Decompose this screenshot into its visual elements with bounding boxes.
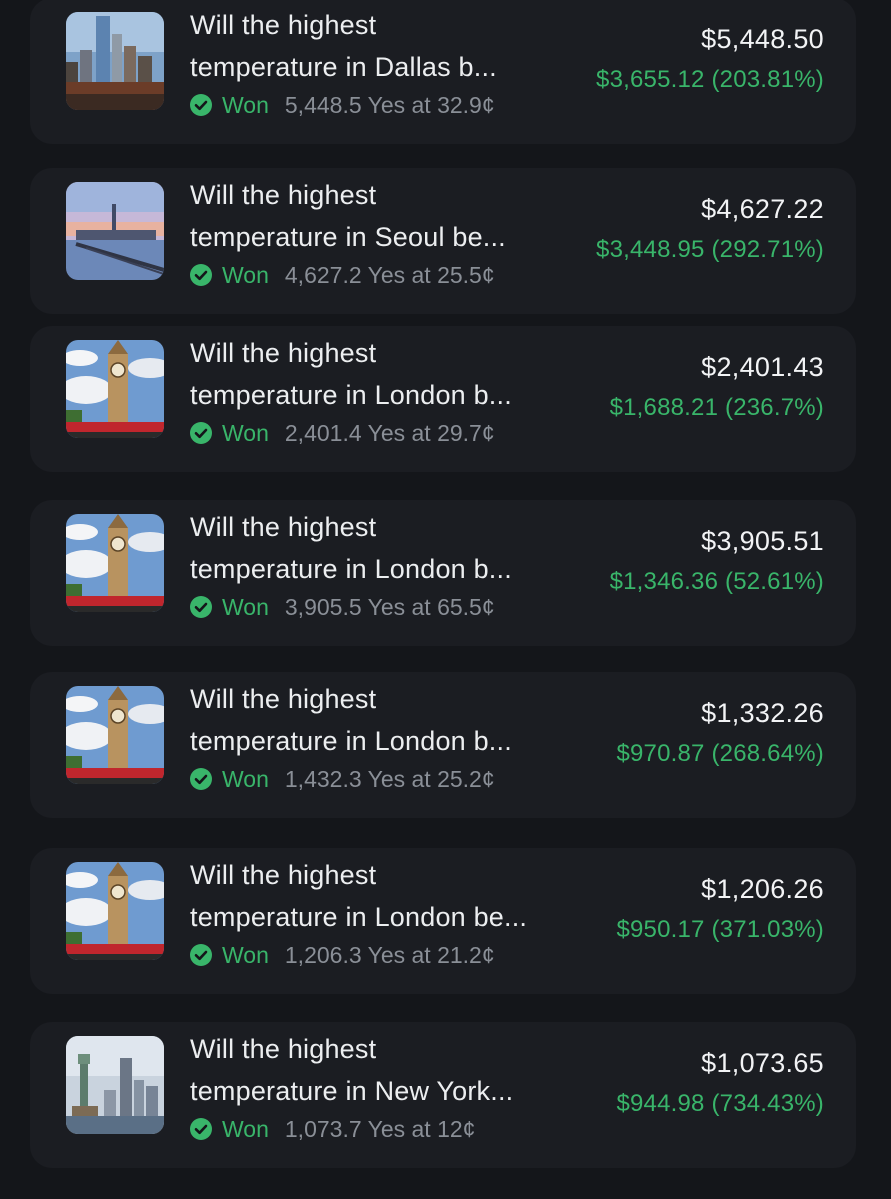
market-thumbnail (66, 12, 164, 110)
status-label: Won (222, 261, 269, 288)
position-status: Won 5,448.5 Yes at 32.9¢ (190, 90, 495, 120)
shares-info: 4,627.2 Yes at 25.5¢ (284, 261, 495, 288)
status-label: Won (222, 419, 269, 446)
position-status: Won 1,206.3 Yes at 21.2¢ (190, 940, 495, 970)
shares-info: 1,432.3 Yes at 25.2¢ (284, 765, 495, 792)
position-value: $3,905.51 (701, 526, 824, 556)
profit-loss: $970.87 (268.64%) (616, 740, 824, 767)
profit-loss: $1,688.21 (236.7%) (609, 394, 824, 421)
positions-list: Will the highest temperature in Dallas b.… (0, 0, 891, 1199)
position-status: Won 1,432.3 Yes at 25.2¢ (190, 764, 495, 794)
position-status: Won 4,627.2 Yes at 25.5¢ (190, 260, 495, 290)
market-thumbnail (66, 686, 164, 784)
position-value: $1,332.26 (701, 698, 824, 728)
shares-info: 5,448.5 Yes at 32.9¢ (284, 91, 495, 118)
position-value: $1,206.26 (701, 874, 824, 904)
market-thumbnail (66, 182, 164, 280)
market-title-line1: Will the highest (190, 860, 377, 890)
big-ben-image (66, 514, 164, 612)
market-title-line1: Will the highest (190, 338, 377, 368)
shares-info: 1,206.3 Yes at 21.2¢ (284, 941, 495, 968)
position-card[interactable]: Will the highest temperature in Seoul be.… (30, 168, 856, 314)
position-status: Won 2,401.4 Yes at 29.7¢ (190, 418, 495, 448)
market-title[interactable]: Will the highest temperature in Dallas b.… (190, 4, 590, 88)
market-title-line2: temperature in New York... (190, 1076, 514, 1106)
statue-of-liberty-image (66, 1036, 164, 1134)
market-title[interactable]: Will the highest temperature in London be… (190, 854, 590, 938)
market-thumbnail (66, 514, 164, 612)
check-circle-icon (190, 768, 212, 790)
check-circle-icon (190, 1118, 212, 1140)
market-title-line1: Will the highest (190, 180, 377, 210)
position-card[interactable]: Will the highest temperature in London b.… (30, 500, 856, 646)
market-title-line2: temperature in London be... (190, 902, 528, 932)
position-value: $5,448.50 (701, 24, 824, 54)
big-ben-image (66, 862, 164, 960)
shares-info: 2,401.4 Yes at 29.7¢ (284, 419, 495, 446)
position-value: $4,627.22 (701, 194, 824, 224)
check-circle-icon (190, 94, 212, 116)
position-card[interactable]: Will the highest temperature in New York.… (30, 1022, 856, 1168)
dallas-skyline-image (66, 12, 164, 110)
market-title-line1: Will the highest (190, 10, 377, 40)
status-label: Won (222, 91, 269, 118)
market-title-line1: Will the highest (190, 512, 377, 542)
position-card[interactable]: Will the highest temperature in London b.… (30, 672, 856, 818)
profit-loss: $3,655.12 (203.81%) (596, 66, 824, 93)
profit-loss: $944.98 (734.43%) (616, 1090, 824, 1117)
profit-loss: $3,448.95 (292.71%) (596, 236, 824, 263)
market-title-line2: temperature in London b... (190, 726, 512, 756)
check-circle-icon (190, 264, 212, 286)
status-label: Won (222, 593, 269, 620)
market-title-line2: temperature in Seoul be... (190, 222, 506, 252)
market-title[interactable]: Will the highest temperature in Seoul be.… (190, 174, 590, 258)
profit-loss: $1,346.36 (52.61%) (609, 568, 824, 595)
market-title[interactable]: Will the highest temperature in London b.… (190, 678, 590, 762)
profit-loss: $950.17 (371.03%) (616, 916, 824, 943)
position-card[interactable]: Will the highest temperature in Dallas b.… (30, 0, 856, 144)
market-title[interactable]: Will the highest temperature in London b.… (190, 506, 590, 590)
position-card[interactable]: Will the highest temperature in London b.… (30, 326, 856, 472)
position-status: Won 3,905.5 Yes at 65.5¢ (190, 592, 495, 622)
seoul-skyline-image (66, 182, 164, 280)
position-status: Won 1,073.7 Yes at 12¢ (190, 1114, 475, 1144)
check-circle-icon (190, 422, 212, 444)
big-ben-image (66, 686, 164, 784)
market-thumbnail (66, 862, 164, 960)
market-title[interactable]: Will the highest temperature in London b.… (190, 332, 590, 416)
market-thumbnail (66, 1036, 164, 1134)
big-ben-image (66, 340, 164, 438)
position-value: $2,401.43 (701, 352, 824, 382)
status-label: Won (222, 765, 269, 792)
market-title[interactable]: Will the highest temperature in New York.… (190, 1028, 590, 1112)
market-title-line1: Will the highest (190, 684, 377, 714)
market-thumbnail (66, 340, 164, 438)
check-circle-icon (190, 944, 212, 966)
position-card[interactable]: Will the highest temperature in London be… (30, 848, 856, 994)
status-label: Won (222, 941, 269, 968)
shares-info: 3,905.5 Yes at 65.5¢ (284, 593, 495, 620)
check-circle-icon (190, 596, 212, 618)
market-title-line2: temperature in London b... (190, 380, 512, 410)
status-label: Won (222, 1115, 269, 1142)
position-value: $1,073.65 (701, 1048, 824, 1078)
market-title-line1: Will the highest (190, 1034, 377, 1064)
market-title-line2: temperature in Dallas b... (190, 52, 497, 82)
market-title-line2: temperature in London b... (190, 554, 512, 584)
shares-info: 1,073.7 Yes at 12¢ (284, 1115, 476, 1142)
